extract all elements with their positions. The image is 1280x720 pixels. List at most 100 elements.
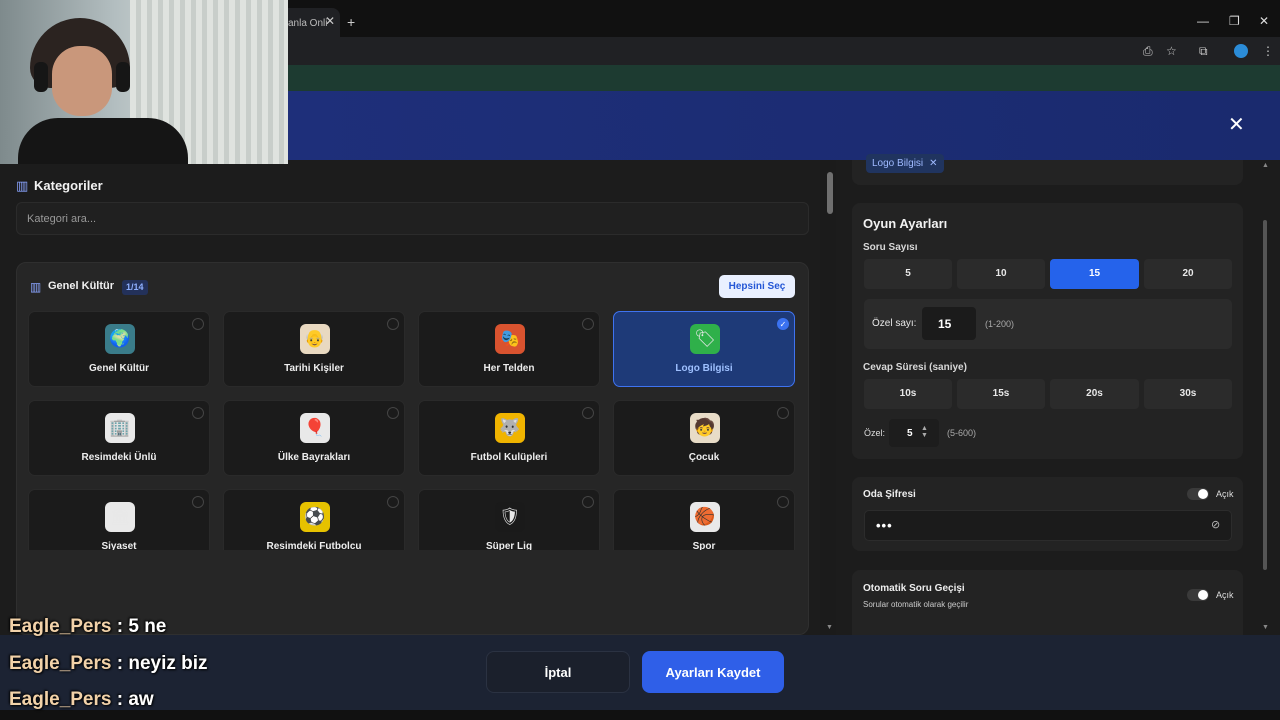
chat-text: : 5 ne (111, 616, 167, 637)
question-count-option-10[interactable]: 10 (957, 259, 1045, 289)
answer-time-option-30s[interactable]: 30s (1144, 379, 1232, 409)
auto-next-toggle-label: Açık (1216, 590, 1234, 600)
toggle-knob (1198, 489, 1208, 499)
radio-icon[interactable] (582, 496, 594, 508)
question-count-option-15[interactable]: 15 (1050, 259, 1139, 289)
extensions-icon[interactable]: ⧉ (1199, 44, 1208, 59)
custom-question-count-box (864, 299, 1232, 349)
left-scroll-down-icon[interactable]: ▼ (826, 624, 833, 631)
star-icon[interactable]: ☆ (1166, 44, 1177, 58)
category-label: Futbol Kulüpleri (470, 452, 548, 463)
politics-icon: 🏛 (105, 502, 135, 532)
game-settings-title: Oyun Ayarları (863, 216, 948, 231)
radio-icon[interactable] (192, 318, 204, 330)
window-close-icon[interactable]: ✕ (1259, 14, 1269, 28)
settings-scrollbar[interactable] (1263, 220, 1267, 570)
profile-icon[interactable] (1234, 44, 1248, 58)
chat-message: Eagle_Pers : aw (9, 689, 154, 711)
radio-icon[interactable] (777, 496, 789, 508)
category-label: Genel Kültür (88, 363, 149, 374)
chip-label: Logo Bilgisi (872, 158, 924, 169)
chat-message: Eagle_Pers : neyiz biz (9, 653, 208, 675)
radio-icon[interactable] (387, 407, 399, 419)
child-icon: 🧒 (690, 413, 720, 443)
selected-category-chip[interactable]: Logo Bilgisi ✕ (866, 154, 944, 173)
building-icon: 🏢 (105, 413, 135, 443)
check-icon[interactable]: ✓ (777, 318, 789, 330)
category-label: Her Telden (483, 363, 535, 374)
question-count-option-20[interactable]: 20 (1144, 259, 1232, 289)
globe-icon: 🌍 (105, 324, 135, 354)
category-card[interactable]: 🎭 Her Telden (418, 311, 600, 387)
radio-icon[interactable] (777, 407, 789, 419)
auto-next-title: Otomatik Soru Geçişi (863, 583, 965, 594)
category-card[interactable]: 🏢 Resimdeki Ünlü (28, 400, 210, 476)
flag-icon: 🎈 (300, 413, 330, 443)
category-label: Tarihi Kişiler (284, 363, 344, 374)
question-count-label: Soru Sayısı (863, 242, 918, 253)
room-password-input[interactable] (864, 510, 1232, 541)
category-card[interactable]: 🧒 Çocuk (613, 400, 795, 476)
room-password-toggle[interactable] (1187, 488, 1209, 500)
answer-time-option-20s[interactable]: 20s (1050, 379, 1139, 409)
install-icon[interactable]: ⎙ (1143, 44, 1153, 59)
custom-answer-time-label: Özel: (864, 428, 886, 438)
room-password-title: Oda Şifresi (863, 489, 916, 500)
menu-icon[interactable]: ⋮ (1262, 44, 1274, 58)
answer-time-option-15s[interactable]: 15s (957, 379, 1045, 409)
custom-answer-time-range: (5-600) (947, 428, 977, 438)
answer-time-label: Cevap Süresi (saniye) (863, 362, 967, 373)
chat-message: Eagle_Pers : 5 ne (9, 616, 166, 638)
chat-user: Eagle_Pers (9, 653, 112, 674)
radio-icon[interactable] (387, 496, 399, 508)
radio-icon[interactable] (582, 318, 594, 330)
category-card[interactable]: 🐺 Futbol Kulüpleri (418, 400, 600, 476)
radio-icon[interactable] (582, 407, 594, 419)
category-label: Ülke Bayrakları (277, 452, 351, 463)
save-settings-button[interactable]: Ayarları Kaydet (642, 651, 784, 693)
custom-answer-time-input[interactable] (889, 419, 939, 447)
custom-question-count-range: (1-200) (985, 319, 1015, 329)
category-card[interactable]: 🎈 Ülke Bayrakları (223, 400, 405, 476)
chat-text: : neyiz biz (111, 653, 208, 674)
radio-icon[interactable] (387, 318, 399, 330)
custom-question-count-label: Özel sayı: (872, 318, 917, 329)
webcam-overlay (0, 0, 288, 164)
scroll-down-icon[interactable]: ▼ (1262, 624, 1269, 631)
category-label: Resimdeki Ünlü (81, 452, 157, 463)
cancel-button[interactable]: İptal (486, 651, 630, 693)
toggle-knob (1198, 590, 1208, 600)
wolf-icon: 🐺 (495, 413, 525, 443)
category-card[interactable]: 🏷 Logo Bilgisi ✓ (613, 311, 795, 387)
auto-next-description: Sorular otomatik olarak geçilir (863, 600, 969, 609)
super-lig-icon: 🛡 (495, 502, 525, 532)
chat-user: Eagle_Pers (9, 689, 112, 710)
chat-text: : aw (111, 689, 154, 710)
headset-icon (116, 62, 130, 92)
spinner-icon[interactable]: ▲ ▼ (921, 425, 928, 439)
minimize-icon[interactable]: — (1197, 14, 1209, 28)
scroll-up-icon[interactable]: ▲ (1262, 162, 1269, 169)
mixed-icon: 🎭 (495, 324, 525, 354)
eye-off-icon[interactable]: ⊘ (1211, 518, 1220, 531)
chat-user: Eagle_Pers (9, 616, 112, 637)
chip-remove-icon[interactable]: ✕ (929, 158, 937, 169)
footballer-icon: ⚽ (300, 502, 330, 532)
modal-close-icon[interactable]: ✕ (1228, 115, 1245, 135)
bottom-edge (0, 710, 1280, 720)
category-card[interactable]: 👴 Tarihi Kişiler (223, 311, 405, 387)
category-label: Logo Bilgisi (675, 363, 733, 374)
answer-time-option-10s[interactable]: 10s (864, 379, 952, 409)
radio-icon[interactable] (192, 496, 204, 508)
webcam-body (18, 118, 188, 164)
category-card[interactable]: 🌍 Genel Kültür (28, 311, 210, 387)
sports-icon: 🏀 (690, 502, 720, 532)
radio-icon[interactable] (192, 407, 204, 419)
webcam-face (52, 46, 112, 116)
auto-next-toggle[interactable] (1187, 589, 1209, 601)
categories-scrollbar[interactable] (827, 172, 833, 214)
restore-icon[interactable]: ❐ (1229, 14, 1240, 28)
room-password-toggle-label: Açık (1216, 489, 1234, 499)
question-count-option-5[interactable]: 5 (864, 259, 952, 289)
custom-question-count-input[interactable] (922, 307, 976, 340)
